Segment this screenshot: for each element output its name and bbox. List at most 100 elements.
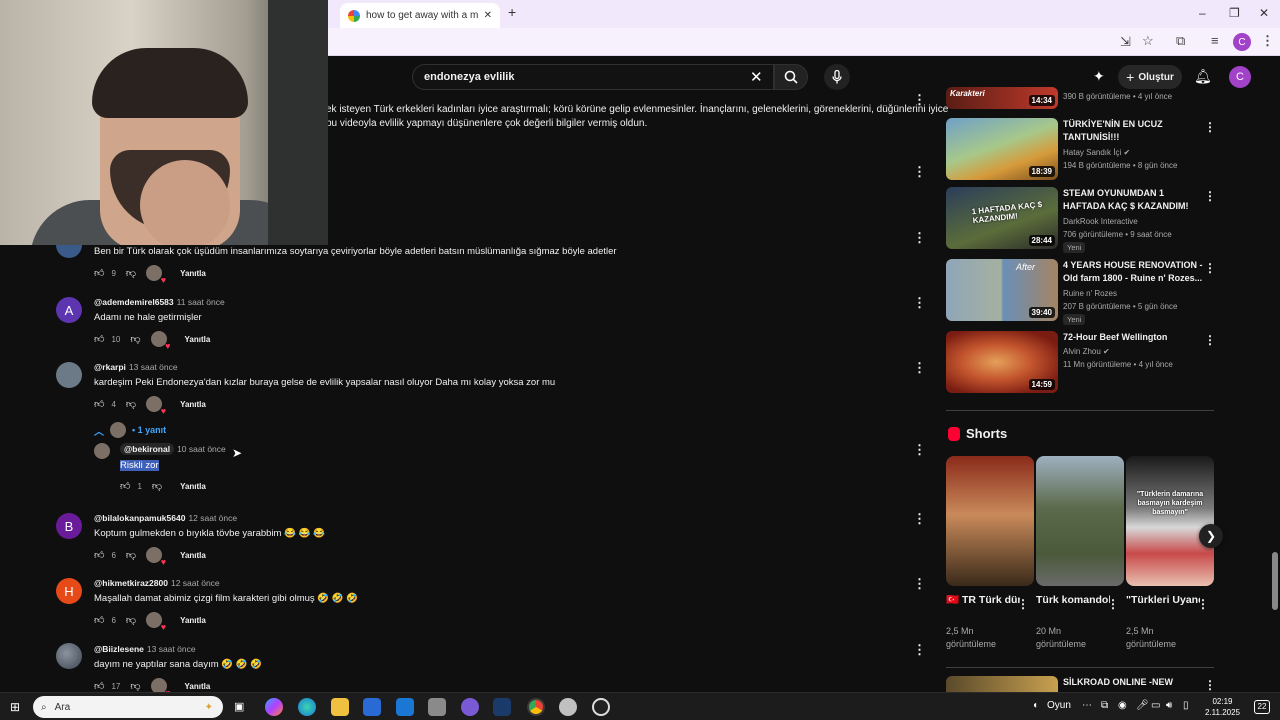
reply-button[interactable]: Yanıtla — [180, 269, 206, 278]
minimize-button[interactable]: – — [1199, 6, 1206, 20]
youtube-profile-avatar[interactable]: C — [1229, 66, 1251, 88]
file-explorer-icon[interactable] — [331, 698, 349, 716]
related-video[interactable]: 14:59 72-Hour Beef Wellington Alvin Zhou… — [946, 331, 1216, 393]
video-thumbnail[interactable]: 14:59 — [946, 331, 1058, 393]
video-title[interactable]: STEAM OYUNUMDAN 1 HAFTADA KAÇ $ KAZANDIM… — [1063, 187, 1203, 213]
channel-name[interactable]: Alvin Zhou — [1063, 347, 1101, 356]
reply-button[interactable]: Yanıtla — [185, 682, 211, 691]
search-button[interactable] — [774, 64, 808, 90]
video-title[interactable]: 72-Hour Beef Wellington — [1063, 331, 1203, 344]
video-title[interactable]: SİLKROAD ONLINE -NEW — [1063, 676, 1203, 689]
related-video[interactable]: 18:39 TÜRKİYE'NİN EN UCUZ TANTUNİSİ!!! H… — [946, 118, 1216, 180]
comment-handle[interactable]: @ademdemirel6583 — [94, 297, 174, 307]
like-icon[interactable]: 👍︎ — [94, 398, 104, 410]
video-channel[interactable]: Alvin Zhou ✔︎ — [1063, 347, 1110, 356]
comment-time[interactable]: 12 saat önce — [171, 578, 220, 588]
video-thumbnail[interactable]: Karakteri 14:34 — [946, 87, 1058, 109]
premium-icon[interactable]: ✦ — [1093, 68, 1105, 85]
create-button[interactable]: + Oluştur — [1118, 65, 1182, 89]
comment-more-icon[interactable]: ⋮ — [913, 164, 926, 180]
browser-profile-avatar[interactable]: C — [1233, 33, 1251, 51]
dislike-icon[interactable]: 👎︎ — [126, 267, 136, 279]
channel-name[interactable]: Hatay Sandık İçi — [1063, 148, 1121, 157]
windows-start-icon[interactable]: ⊞ — [10, 700, 20, 714]
avatar[interactable] — [56, 362, 82, 388]
video-more-icon[interactable]: ⋮ — [1204, 261, 1216, 275]
notification-center-badge[interactable]: 22 — [1254, 700, 1270, 714]
video-thumbnail[interactable]: After 39:40 — [946, 259, 1058, 321]
short-thumbnail[interactable]: "Türklerin damarına basmayın kardeşim ba… — [1126, 456, 1214, 586]
microsoft-store-icon[interactable] — [363, 698, 381, 716]
search-input[interactable]: endonezya evlilik — [412, 64, 774, 90]
app-icon[interactable] — [428, 698, 446, 716]
comment-handle[interactable]: @hikmetkiraz2800 — [94, 578, 168, 588]
short-more-icon[interactable]: ⋮ — [1197, 597, 1209, 611]
related-video[interactable]: Karakteri 14:34 390 B görüntüleme • 4 yı… — [946, 87, 1214, 111]
steam-icon[interactable] — [493, 698, 511, 716]
dislike-icon[interactable]: 👎︎ — [152, 480, 162, 492]
app-icon[interactable] — [559, 698, 577, 716]
copilot-icon[interactable] — [265, 698, 283, 716]
video-more-icon[interactable]: ⋮ — [1204, 678, 1214, 692]
dislike-icon[interactable]: 👎︎ — [126, 398, 136, 410]
battery-icon[interactable]: ▯ — [1183, 700, 1189, 711]
browser-tab[interactable]: how to get away with a murde ✕ — [340, 3, 500, 28]
short-more-icon[interactable]: ⋮ — [1017, 597, 1029, 611]
tray-label[interactable]: Oyun — [1047, 700, 1071, 711]
video-more-icon[interactable]: ⋮ — [1204, 333, 1216, 347]
related-video[interactable]: SİLKROAD ONLINE -NEW ⋮ — [946, 676, 1214, 692]
clear-search-icon[interactable]: ✕ — [750, 68, 763, 86]
restore-button[interactable]: ❐ — [1229, 6, 1240, 20]
dislike-icon[interactable]: 👎︎ — [130, 680, 140, 692]
video-thumbnail[interactable]: 18:39 — [946, 118, 1058, 180]
edge-icon[interactable] — [298, 698, 316, 716]
page-scrollbar-thumb[interactable] — [1272, 552, 1278, 610]
reply-button[interactable]: Yanıtla — [185, 335, 211, 344]
volume-icon[interactable]: 🔊︎ — [1166, 700, 1172, 711]
extensions-icon[interactable]: ⧉ — [1176, 33, 1185, 49]
close-window-button[interactable]: ✕ — [1259, 6, 1269, 20]
like-icon[interactable]: 👍︎ — [94, 267, 104, 279]
avatar[interactable]: B — [56, 513, 82, 539]
reply-author[interactable]: @bekironal 10 saat önce — [120, 443, 226, 455]
obs-icon[interactable] — [592, 698, 610, 716]
comment-more-icon[interactable]: ⋮ — [913, 576, 926, 592]
comment-author[interactable]: @bilalokanpamuk5640 12 saat önce — [94, 513, 237, 523]
video-channel[interactable]: Hatay Sandık İçi ✔︎ — [1063, 148, 1130, 157]
short-title[interactable]: Türk komandola... — [1036, 593, 1110, 607]
short-title[interactable]: 🇹🇷 TR Türk dünyasını ... — [946, 593, 1020, 607]
short-title[interactable]: "Türkleri Uyandırma... — [1126, 593, 1200, 607]
video-title[interactable]: 4 YEARS HOUSE RENOVATION - Old farm 1800… — [1063, 259, 1203, 285]
reply-more-icon[interactable]: ⋮ — [913, 442, 926, 458]
like-icon[interactable]: 👍︎ — [94, 614, 104, 626]
comment-more-icon[interactable]: ⋮ — [913, 642, 926, 658]
short-more-icon[interactable]: ⋮ — [1107, 597, 1119, 611]
reply-button[interactable]: Yanıtla — [180, 482, 206, 491]
video-thumbnail[interactable]: 1 HAFTADA KAÇ $ KAZANDIM! 28:44 — [946, 187, 1058, 249]
comment-more-icon[interactable]: ⋮ — [913, 511, 926, 527]
dislike-icon[interactable]: 👎︎ — [126, 549, 136, 561]
reply-button[interactable]: Yanıtla — [180, 400, 206, 409]
reply-avatar[interactable] — [94, 443, 110, 459]
comment-more-icon[interactable]: ⋮ — [913, 295, 926, 311]
taskbar-search-box[interactable]: ⌕ Ara ✦ — [33, 696, 223, 718]
comment-author[interactable]: @rkarpi 13 saat önce — [94, 362, 178, 372]
taskbar-clock[interactable]: 02:19 2.11.2025 — [1205, 696, 1240, 718]
install-app-icon[interactable]: ⇲ — [1120, 34, 1131, 50]
avatar[interactable]: H — [56, 578, 82, 604]
short-thumbnail[interactable] — [946, 456, 1034, 586]
reply-button[interactable]: Yanıtla — [180, 551, 206, 560]
comment-handle[interactable]: @rkarpi — [94, 362, 126, 372]
comment-time[interactable]: 13 saat önce — [129, 362, 178, 372]
reply-handle-chip[interactable]: @bekironal — [120, 443, 175, 455]
more-icon[interactable]: ⋯ — [1082, 700, 1092, 711]
dislike-icon[interactable]: 👎︎ — [130, 333, 140, 345]
video-more-icon[interactable]: ⋮ — [1204, 189, 1216, 203]
video-channel[interactable]: DarkRook Interactive — [1063, 217, 1138, 226]
outlook-icon[interactable] — [396, 698, 414, 716]
comment-time[interactable]: 13 saat önce — [147, 644, 196, 654]
task-view-icon[interactable]: ▣ — [234, 700, 244, 713]
notifications-bell-icon[interactable]: 🔔︎ — [1194, 68, 1212, 85]
like-icon[interactable]: 👍︎ — [120, 480, 130, 492]
reply-time[interactable]: 10 saat önce — [177, 444, 226, 454]
